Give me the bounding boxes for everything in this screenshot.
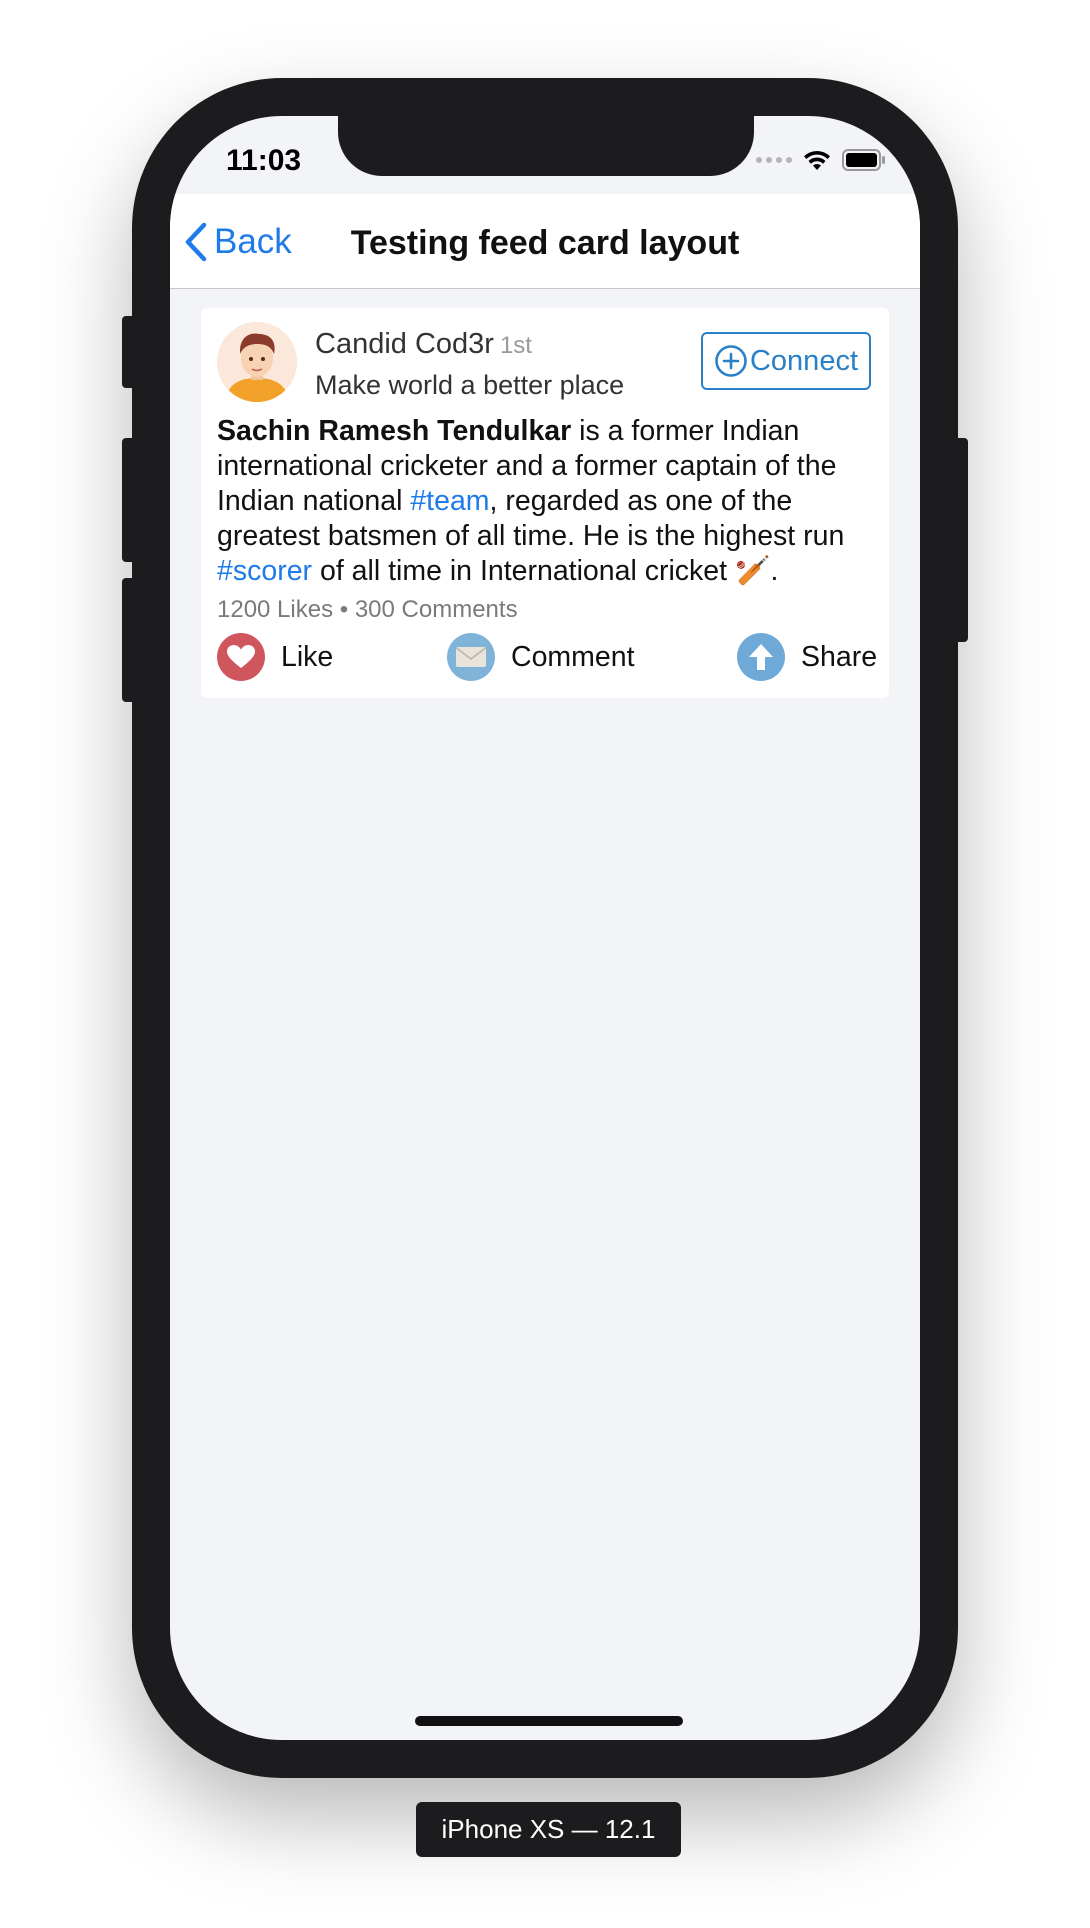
home-indicator[interactable]	[415, 1716, 683, 1726]
comment-button[interactable]: Comment	[447, 632, 635, 682]
author-headline: Make world a better place	[315, 370, 625, 400]
cricket-bat-icon: 🏏	[734, 555, 771, 587]
connect-label: Connect	[749, 344, 858, 377]
post-text-part-3: of all time in International cricket	[312, 555, 735, 587]
simulator-device-label: iPhone XS — 12.1	[416, 1802, 681, 1857]
volume-down-button	[122, 578, 136, 702]
notch	[338, 116, 754, 176]
share-button[interactable]: Share	[737, 632, 877, 682]
feed-card: Candid Cod3r 1st Make world a better plac…	[201, 308, 889, 698]
arrow-up-icon	[737, 633, 785, 681]
like-button[interactable]: Like	[217, 632, 333, 682]
post-text-part-4: .	[770, 555, 779, 587]
envelope-icon	[447, 633, 495, 681]
connection-degree: 1st	[499, 332, 532, 359]
hashtag-scorer[interactable]: #scorer	[217, 555, 312, 587]
status-time: 11:03	[226, 144, 302, 177]
post-stats[interactable]: 1200 Likes • 300 Comments	[217, 596, 518, 624]
action-bar: Like Comment Share	[217, 632, 877, 682]
power-button	[954, 438, 968, 642]
plus-circle-icon	[715, 345, 747, 377]
share-label: Share	[801, 640, 878, 673]
status-icons	[756, 146, 886, 174]
post-text: Sachin Ramesh Tendulkar is a former Indi…	[217, 414, 889, 589]
like-label: Like	[281, 640, 334, 673]
author-name[interactable]: Candid Cod3r	[315, 328, 494, 360]
heart-icon	[217, 633, 265, 681]
comment-label: Comment	[511, 640, 635, 673]
volume-up-button	[122, 438, 136, 562]
connect-button[interactable]: Connect	[701, 332, 871, 390]
battery-icon	[842, 149, 886, 171]
screen: 11:03 Back Testing feed card layout Cand…	[170, 116, 920, 1740]
hashtag-team[interactable]: #team	[410, 485, 489, 517]
page-title: Testing feed card layout	[350, 224, 740, 262]
avatar[interactable]	[217, 322, 297, 402]
mute-switch	[122, 316, 136, 388]
post-bold-name: Sachin Ramesh Tendulkar	[217, 415, 572, 447]
wifi-icon	[802, 148, 832, 172]
navigation-bar: Back Testing feed card layout	[170, 194, 920, 289]
cellular-signal-icon	[756, 157, 792, 163]
author-line: Candid Cod3r 1st	[315, 328, 532, 361]
